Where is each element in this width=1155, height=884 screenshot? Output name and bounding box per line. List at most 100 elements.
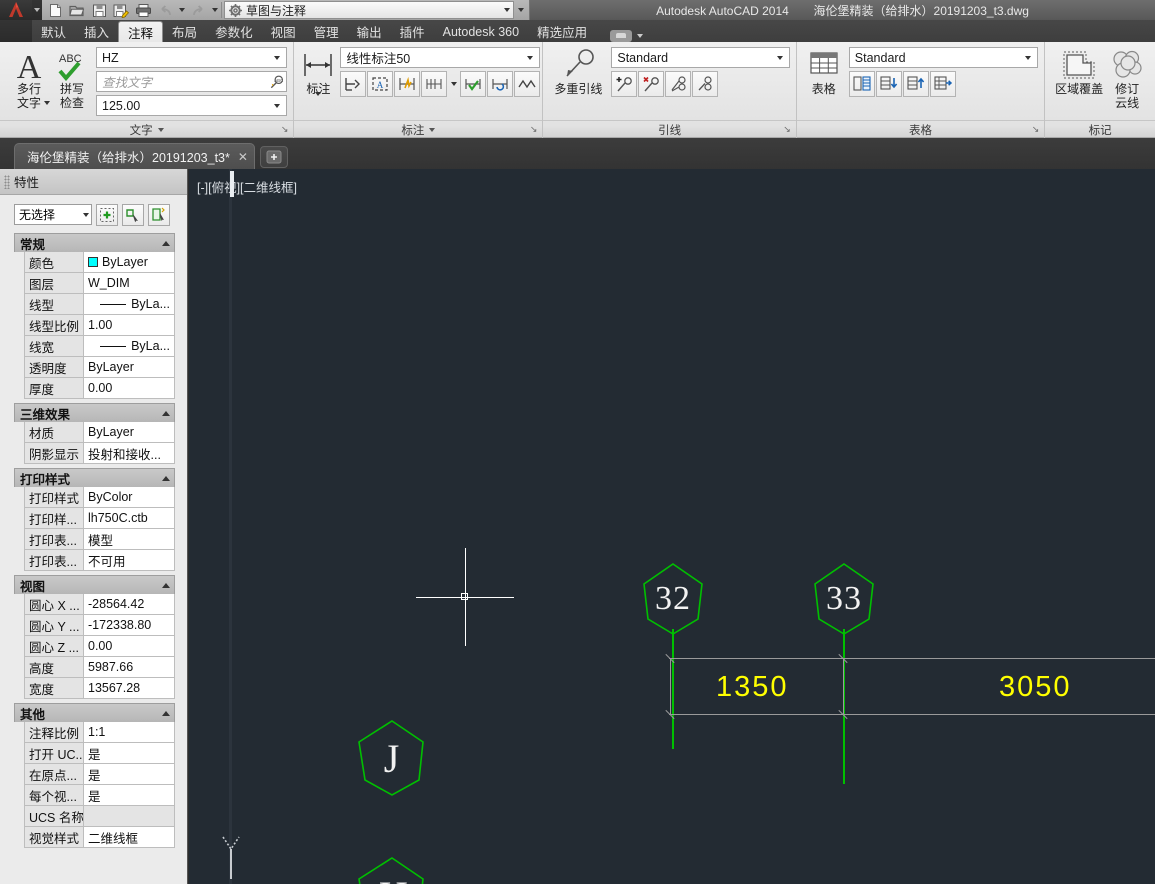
chevron-up-icon[interactable]	[162, 582, 170, 588]
workspace-combo[interactable]: 草图与注释	[224, 1, 514, 19]
property-row[interactable]: 打印样... lh750C.ctb	[14, 508, 175, 529]
property-group-header[interactable]: 其他	[14, 703, 175, 722]
chevron-down-icon[interactable]	[1021, 55, 1035, 60]
undo-button[interactable]	[154, 1, 176, 20]
chevron-up-icon[interactable]	[162, 475, 170, 481]
property-value-cell[interactable]: 13567.28	[84, 678, 175, 699]
viewport-controls-label[interactable]: [-][俯视][二维线框]	[197, 177, 297, 196]
dim-inspect-button[interactable]	[460, 71, 487, 97]
ribbon-tab-2[interactable]: 注释	[118, 21, 164, 42]
chevron-down-icon[interactable]	[504, 8, 510, 12]
redo-dropdown[interactable]	[209, 1, 220, 20]
bubble-callout[interactable]: 33	[807, 562, 881, 636]
ribbon-tab-9[interactable]: Autodesk 360	[434, 21, 528, 42]
redo-button[interactable]	[187, 1, 209, 20]
panel-title-markup[interactable]: 标记	[1045, 120, 1155, 138]
mtext-button[interactable]: A 多行 文字	[6, 46, 52, 110]
property-row[interactable]: 宽度 13567.28	[14, 678, 175, 699]
property-value-cell[interactable]: 是	[84, 764, 175, 785]
chevron-up-icon[interactable]	[162, 710, 170, 716]
wipeout-button[interactable]: 区域覆盖	[1053, 46, 1105, 96]
property-value-cell[interactable]: ByLa...	[84, 294, 175, 315]
property-row[interactable]: 线型比例 1.00	[14, 315, 175, 336]
save-file-button[interactable]	[88, 1, 110, 20]
ribbon-tab-7[interactable]: 输出	[348, 21, 391, 42]
chevron-down-icon[interactable]	[773, 55, 787, 60]
dim-jogged-button[interactable]	[394, 71, 421, 97]
dim-baseline-button[interactable]	[340, 71, 367, 97]
properties-header[interactable]: 特性	[0, 169, 187, 195]
property-value-cell[interactable]: 1.00	[84, 315, 175, 336]
property-row[interactable]: 打开 UC... 是	[14, 743, 175, 764]
add-leader-button[interactable]	[611, 71, 638, 97]
drawing-canvas[interactable]: [-][俯视][二维线框] 32 33 J 1350 3050	[189, 169, 1155, 884]
ribbon-tab-5[interactable]: 视图	[262, 21, 305, 42]
collect-leader-button[interactable]	[692, 71, 719, 97]
dim-break-dropdown[interactable]	[448, 71, 459, 97]
property-value-cell[interactable]: ByLayer	[84, 357, 175, 378]
property-row[interactable]: 线宽 ByLa...	[14, 336, 175, 357]
extract-data-button[interactable]	[848, 71, 875, 97]
property-value-cell[interactable]: 0.00	[84, 636, 175, 657]
bubble-callout[interactable]: 32	[636, 562, 710, 636]
property-row[interactable]: 透明度 ByLayer	[14, 357, 175, 378]
property-row[interactable]: 每个视... 是	[14, 785, 175, 806]
panel-title-leader[interactable]: 引线 ↘	[543, 120, 796, 138]
property-row[interactable]: 打印样式 ByColor	[14, 487, 175, 508]
drag-grip-icon[interactable]	[4, 174, 10, 189]
multileader-button[interactable]: 多重引线	[549, 46, 607, 96]
find-text-input[interactable]: 查找文字 ABC	[96, 71, 288, 92]
property-row[interactable]: 阴影显示 投射和接收...	[14, 443, 175, 464]
logo-dropdown-arrow[interactable]	[32, 0, 42, 20]
table-style-combo[interactable]: Standard	[848, 47, 1039, 68]
dialog-launcher-icon[interactable]: ↘	[281, 124, 289, 135]
align-leader-button[interactable]	[665, 71, 692, 97]
property-row[interactable]: 在原点... 是	[14, 764, 175, 785]
undo-dropdown[interactable]	[176, 1, 187, 20]
property-value-cell[interactable]: 二维线框	[84, 827, 175, 848]
new-tab-button[interactable]	[259, 146, 288, 168]
property-value-cell[interactable]: W_DIM	[84, 273, 175, 294]
dim-style-combo[interactable]: 线性标注50	[340, 47, 541, 68]
property-row[interactable]: 图层 W_DIM	[14, 273, 175, 294]
property-group-header[interactable]: 视图	[14, 575, 175, 594]
property-row[interactable]: 厚度 0.00	[14, 378, 175, 399]
text-style-combo[interactable]: HZ	[96, 47, 288, 68]
panel-title-text[interactable]: 文字 ↘	[0, 120, 294, 138]
ribbon-tab-1[interactable]: 插入	[75, 21, 118, 42]
property-row[interactable]: 高度 5987.66	[14, 657, 175, 678]
bubble-callout[interactable]: JJ	[353, 855, 427, 884]
chevron-down-icon[interactable]	[270, 55, 284, 60]
text-height-combo[interactable]: 125.00	[96, 95, 288, 116]
property-value-cell[interactable]	[84, 806, 175, 827]
property-value-cell[interactable]: ByColor	[84, 487, 175, 508]
property-group-header[interactable]: 三维效果	[14, 403, 175, 422]
chevron-down-icon[interactable]	[637, 34, 644, 38]
qat-customize-button[interactable]	[514, 1, 527, 20]
property-value-cell[interactable]: 是	[84, 743, 175, 764]
property-value-cell[interactable]: 1:1	[84, 722, 175, 743]
ribbon-display-options-icon[interactable]	[610, 30, 633, 42]
property-row[interactable]: 注释比例 1:1	[14, 722, 175, 743]
open-file-button[interactable]	[66, 1, 88, 20]
chevron-up-icon[interactable]	[162, 410, 170, 416]
find-replace-icon[interactable]: ABC	[270, 74, 284, 90]
bubble-callout[interactable]: J	[353, 718, 427, 796]
property-value-cell[interactable]: 投射和接收...	[84, 443, 175, 464]
property-value-cell[interactable]: ByLa...	[84, 336, 175, 357]
property-row[interactable]: UCS 名称	[14, 806, 175, 827]
link-data-button[interactable]	[929, 71, 956, 97]
dim-break-button[interactable]	[421, 71, 448, 97]
property-value-cell[interactable]: -28564.42	[84, 594, 175, 615]
property-value-cell[interactable]: 0.00	[84, 378, 175, 399]
property-value-cell[interactable]: 模型	[84, 529, 175, 550]
panel-title-table[interactable]: 表格 ↘	[796, 120, 1045, 138]
table-button[interactable]: 表格	[803, 46, 845, 96]
panel-title-dimension[interactable]: 标注 ↘	[294, 120, 543, 138]
ribbon-tab-10[interactable]: 精选应用	[528, 21, 596, 42]
chevron-down-icon[interactable]	[83, 212, 89, 217]
property-value-cell[interactable]: 是	[84, 785, 175, 806]
ribbon-tab-3[interactable]: 布局	[163, 21, 206, 42]
insert-row-above-button[interactable]	[902, 71, 929, 97]
dialog-launcher-icon[interactable]: ↘	[783, 124, 791, 135]
